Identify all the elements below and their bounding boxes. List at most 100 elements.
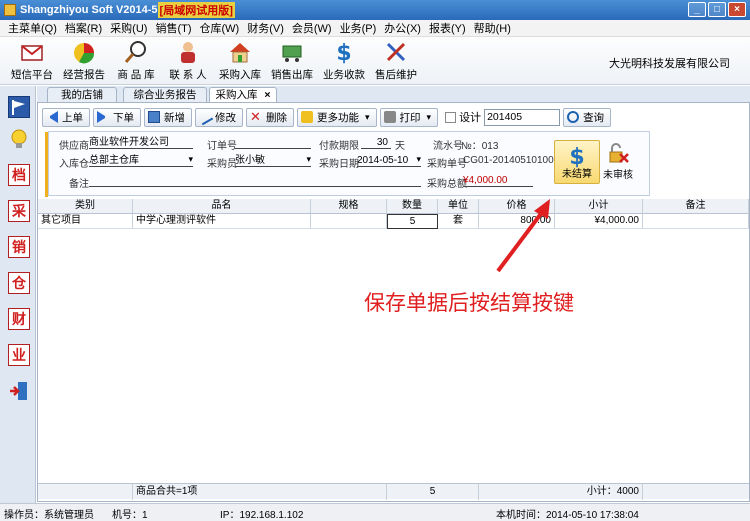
edit-button[interactable]: 修改 bbox=[195, 107, 243, 127]
left-sidebar: 档 采 销 仓 财 业 bbox=[0, 86, 36, 503]
warehouse-select[interactable]: 总部主仓库 bbox=[89, 154, 193, 167]
menu-finance[interactable]: 财务(V) bbox=[243, 20, 288, 36]
date-picker[interactable]: 2014-05-10 bbox=[357, 154, 421, 167]
sidebar-warehouse-button[interactable]: 仓 bbox=[8, 272, 30, 294]
sidebar-purchase-button[interactable]: 采 bbox=[8, 200, 30, 222]
print-button[interactable]: 打印 ▾ bbox=[379, 107, 439, 127]
menu-business[interactable]: 业务(P) bbox=[336, 20, 381, 36]
status-ip: IP：192.168.1.102 bbox=[220, 510, 304, 521]
buyer-select[interactable]: 张小敏 bbox=[235, 154, 311, 167]
supplier-field[interactable]: 商业软件开发公司 bbox=[89, 137, 193, 149]
maximize-button[interactable]: □ bbox=[708, 2, 726, 17]
sidebar-archive-button[interactable]: 档 bbox=[8, 164, 30, 186]
menu-archive[interactable]: 档案(R) bbox=[61, 20, 106, 36]
cell-qty[interactable]: 5 bbox=[387, 214, 438, 229]
toolbar-contacts-button[interactable]: 联 系 人 bbox=[162, 39, 214, 83]
magnifier-icon bbox=[124, 41, 146, 63]
cell-subtotal[interactable]: ¥4,000.00 bbox=[555, 214, 643, 229]
status-time: 本机时间：2014-05-10 17:38:04 bbox=[496, 510, 639, 521]
payment-term-field[interactable]: 30 bbox=[361, 137, 391, 149]
more-functions-button[interactable]: 更多功能 ▾ bbox=[297, 107, 377, 127]
status-operator: 操作员：系统管理员 bbox=[4, 510, 94, 521]
toolbar-service-button[interactable]: 售后维护 bbox=[370, 39, 422, 83]
design-checkbox[interactable] bbox=[445, 111, 457, 123]
pencil-icon bbox=[196, 108, 214, 126]
menu-main[interactable]: 主菜单(Q) bbox=[4, 20, 61, 36]
search-button[interactable]: 查询 bbox=[563, 107, 612, 127]
menu-sales[interactable]: 销售(T) bbox=[151, 20, 195, 36]
sidebar-flag-button[interactable] bbox=[8, 96, 30, 118]
toolbar-products-button[interactable]: 商 品 库 bbox=[110, 39, 162, 83]
footer-subtotal: 小计：4000 bbox=[479, 484, 643, 500]
sidebar-business-button[interactable]: 业 bbox=[8, 344, 30, 366]
sidebar-sales-button[interactable]: 销 bbox=[8, 236, 30, 258]
order-no-label: 订单号 bbox=[207, 141, 237, 152]
sidebar-exit-button[interactable] bbox=[8, 380, 30, 402]
sidebar-tips-button[interactable] bbox=[8, 128, 30, 150]
app-icon bbox=[4, 4, 16, 16]
col-qty[interactable]: 数量 bbox=[387, 199, 438, 214]
company-name: 大光明科技发展有限公司 bbox=[609, 58, 730, 70]
close-window-button[interactable]: × bbox=[728, 2, 746, 17]
prev-button[interactable]: 上单 bbox=[42, 107, 90, 127]
cell-remark[interactable] bbox=[643, 214, 749, 229]
add-button[interactable]: 新增 bbox=[144, 107, 192, 127]
payment-term-unit: 天 bbox=[395, 141, 405, 152]
pie-chart-icon bbox=[74, 43, 95, 64]
toolbar-sms-button[interactable]: 短信平台 bbox=[6, 39, 58, 83]
lock-icon bbox=[609, 143, 629, 163]
warehouse-label: 入库仓 bbox=[59, 159, 89, 170]
search-input[interactable] bbox=[484, 108, 561, 126]
menu-member[interactable]: 会员(W) bbox=[288, 20, 336, 36]
grid-header: 类别 品名 规格 数量 单位 价格 小计 备注 bbox=[38, 199, 749, 214]
menu-warehouse[interactable]: 仓库(W) bbox=[196, 20, 244, 36]
exit-icon bbox=[10, 382, 27, 400]
menu-office[interactable]: 办公(X) bbox=[380, 20, 425, 36]
design-toggle[interactable]: 设计 bbox=[445, 109, 481, 125]
tab-purchase-in[interactable]: 采购入库 × bbox=[209, 87, 277, 103]
toolbar-sales-out-button[interactable]: 销售出库 bbox=[266, 39, 318, 83]
cell-spec[interactable] bbox=[311, 214, 387, 229]
title-bar: Shangzhiyou Soft V2014-5 [局域网试用版] _ □ × bbox=[0, 0, 750, 20]
menu-reports[interactable]: 报表(Y) bbox=[425, 20, 470, 36]
search-icon bbox=[567, 111, 580, 123]
toolbar-report-button[interactable]: 经营报告 bbox=[58, 39, 110, 83]
audit-button[interactable]: 未审核 bbox=[602, 140, 634, 184]
chevron-down-icon: ▾ bbox=[365, 111, 370, 122]
chevron-down-icon: ▾ bbox=[426, 111, 432, 122]
main-toolbar: 短信平台 经营报告 商 品 库 联 系 人 采购入库 销售出库 $ 业务收款 售… bbox=[0, 37, 750, 85]
tab-business-report[interactable]: 综合业务报告 bbox=[123, 87, 207, 102]
order-no-field[interactable] bbox=[235, 137, 311, 149]
person-icon bbox=[181, 42, 195, 63]
tab-close-icon[interactable]: × bbox=[264, 89, 270, 101]
remark-field[interactable] bbox=[89, 175, 421, 187]
minimize-button[interactable]: _ bbox=[688, 2, 706, 17]
next-button[interactable]: 下单 bbox=[93, 107, 141, 127]
serial-value: №：013 bbox=[461, 141, 499, 152]
table-row[interactable]: 其它项目 中学心理测评软件 5 套 800.00 ¥4,000.00 bbox=[38, 214, 749, 229]
total-label: 采购总额 bbox=[427, 179, 467, 190]
arrow-left-icon bbox=[46, 111, 58, 123]
col-unit[interactable]: 单位 bbox=[438, 199, 479, 214]
footer-qty-total: 5 bbox=[387, 484, 479, 500]
cell-category[interactable]: 其它项目 bbox=[38, 214, 133, 229]
purchase-form: 供应商 商业软件开发公司 订单号 付款期限 30 天 流水号 №：013 入库仓… bbox=[45, 131, 650, 197]
cell-name[interactable]: 中学心理测评软件 bbox=[133, 214, 311, 229]
settle-button[interactable]: $ 未结算 bbox=[554, 140, 600, 184]
col-remark[interactable]: 备注 bbox=[643, 199, 749, 214]
col-category[interactable]: 类别 bbox=[38, 199, 133, 214]
delete-button[interactable]: ✕ 删除 bbox=[246, 107, 294, 127]
svg-text:$: $ bbox=[336, 41, 351, 65]
cell-unit[interactable]: 套 bbox=[438, 214, 479, 229]
col-name[interactable]: 品名 bbox=[133, 199, 311, 214]
menu-purchase[interactable]: 采购(U) bbox=[106, 20, 151, 36]
menu-help[interactable]: 帮助(H) bbox=[470, 20, 515, 36]
sidebar-finance-button[interactable]: 财 bbox=[8, 308, 30, 330]
col-spec[interactable]: 规格 bbox=[311, 199, 387, 214]
serial-label: 流水号 bbox=[433, 141, 463, 152]
tab-my-store[interactable]: 我的店铺 bbox=[47, 87, 117, 102]
new-document-icon bbox=[148, 111, 160, 123]
col-subtotal[interactable]: 小计 bbox=[555, 199, 643, 214]
toolbar-receipt-button[interactable]: $ 业务收款 bbox=[318, 39, 370, 83]
toolbar-purchase-in-button[interactable]: 采购入库 bbox=[214, 39, 266, 83]
